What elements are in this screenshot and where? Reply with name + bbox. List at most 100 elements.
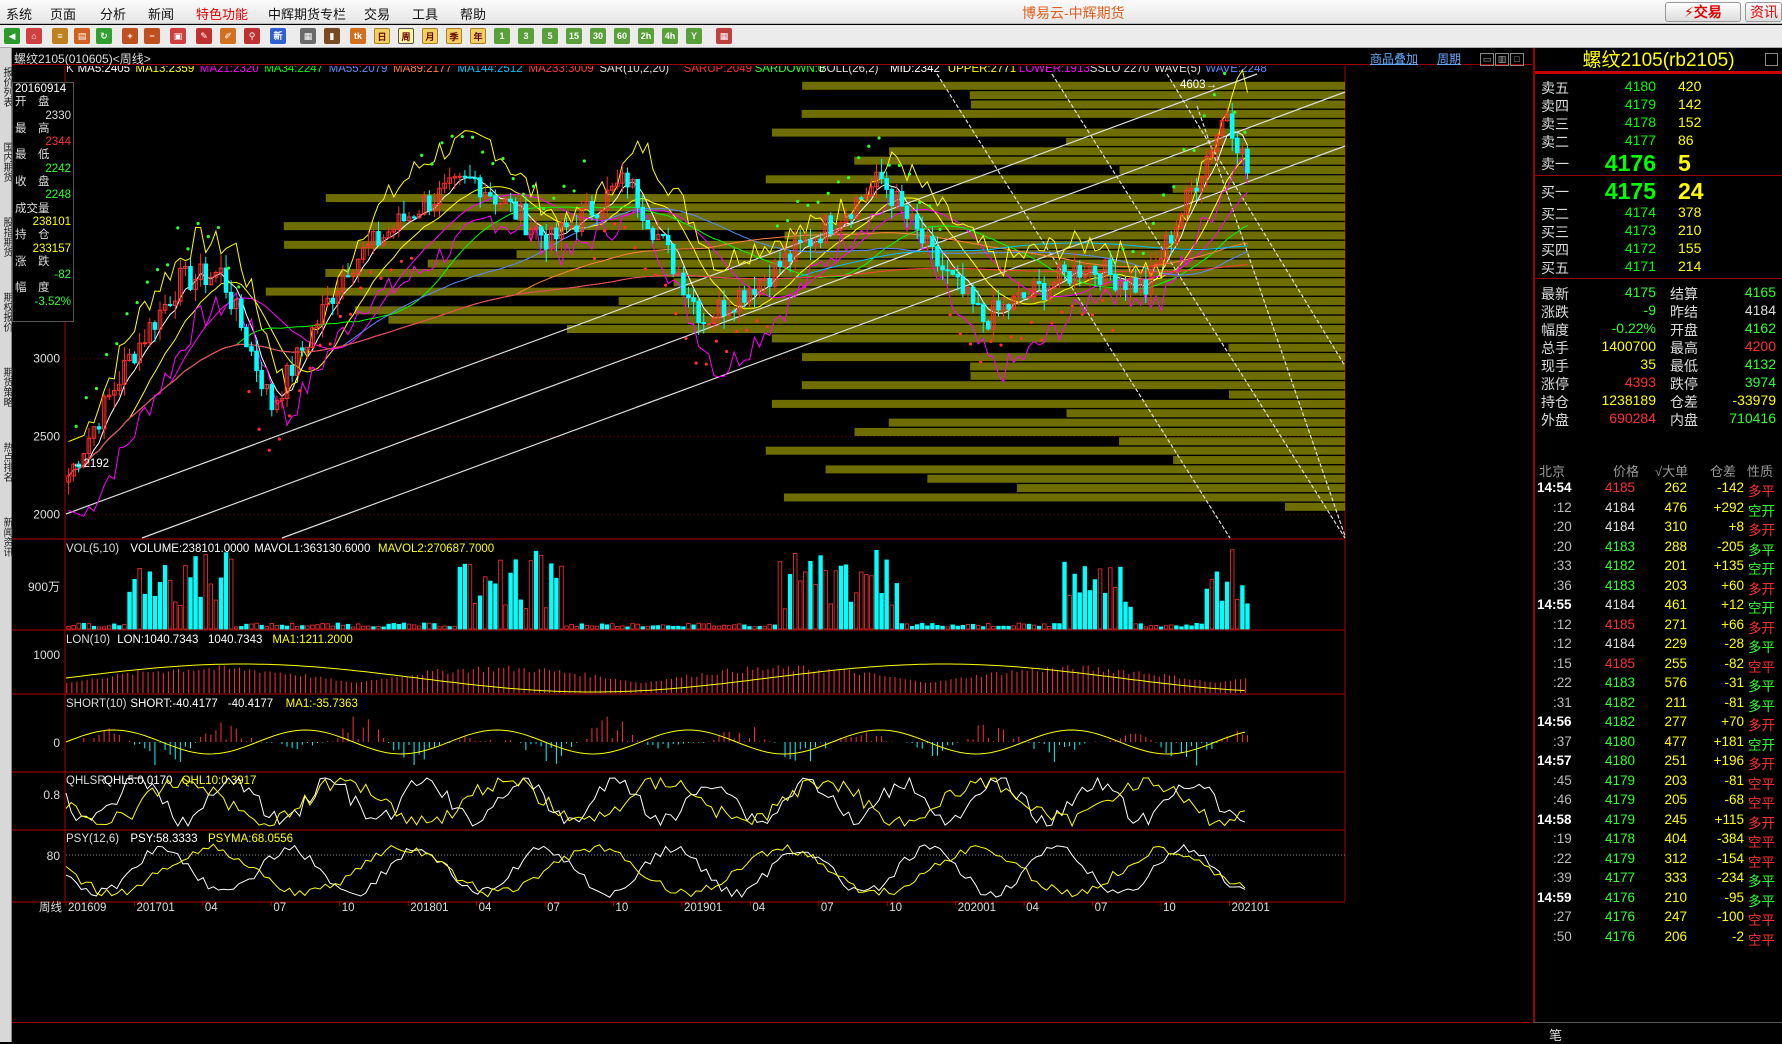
sar-dot	[1029, 320, 1034, 324]
period-year[interactable]: 年	[470, 28, 486, 44]
maximize-icon[interactable]: □	[1510, 53, 1524, 66]
sar-dot	[470, 135, 475, 139]
period-4h[interactable]: 4h	[662, 28, 678, 44]
overlay-link[interactable]: 商品叠加	[1370, 50, 1418, 67]
left-tab-4[interactable]: 期货策略	[0, 352, 12, 422]
volume-bar	[274, 625, 280, 630]
menu-zhonghui-column[interactable]: 中辉期货专栏	[268, 4, 346, 23]
tick-time: :46	[1553, 792, 1572, 807]
period-1[interactable]: 1	[494, 28, 510, 44]
sar-dot	[999, 343, 1003, 347]
price-profile-bar	[1066, 137, 1345, 146]
quote-bottom-tabs: 笔	[1533, 1022, 1782, 1044]
price-profile-bar	[783, 493, 1345, 502]
calculator-icon[interactable]: ▦	[716, 28, 732, 44]
menu-system[interactable]: 系统	[6, 4, 32, 23]
sar-dot	[918, 200, 922, 204]
tick-price: 4178	[1605, 831, 1636, 846]
quote-level[interactable]: 卖二 4177 86	[1535, 132, 1782, 152]
draw-icon[interactable]: ✎	[196, 28, 212, 44]
volume-bar	[467, 564, 473, 630]
period-2h[interactable]: 2h	[638, 28, 654, 44]
tick-time: :22	[1553, 675, 1572, 690]
volume-bar	[696, 622, 701, 630]
period-3[interactable]: 3	[518, 28, 534, 44]
x-axis-label: 201609	[68, 902, 106, 914]
menu-help[interactable]: 帮助	[460, 4, 486, 23]
back-icon[interactable]: ◀	[4, 28, 20, 44]
left-tab-1[interactable]: 国内期货	[0, 127, 12, 197]
volume-bar	[884, 559, 889, 630]
period-month[interactable]: 月	[422, 28, 438, 44]
period-15[interactable]: 15	[566, 28, 582, 44]
volume-bar	[1194, 622, 1199, 630]
refresh-icon[interactable]: ↻	[96, 28, 112, 44]
period-week[interactable]: 周	[398, 28, 414, 44]
quote-level[interactable]: 卖三 4178 152	[1535, 114, 1782, 134]
price-profile-bar	[802, 81, 1345, 90]
menu-tools[interactable]: 工具	[412, 4, 438, 23]
x-axis-label: 04	[479, 902, 492, 914]
left-tab-3[interactable]: 期权报价	[0, 277, 12, 347]
home-icon[interactable]: ⌂	[26, 28, 42, 44]
volume-bar	[1016, 622, 1021, 630]
volume-bar	[965, 624, 971, 630]
menu-news[interactable]: 新闻	[148, 4, 174, 23]
period-day[interactable]: 日	[374, 28, 390, 44]
quote-level[interactable]: 买四 4172 155	[1535, 240, 1782, 260]
left-tab-5[interactable]: 热点排名	[0, 427, 12, 497]
tick-oi-change: -82	[1724, 655, 1744, 671]
quote-level[interactable]: 买五 4171 214	[1535, 258, 1782, 278]
split-icon[interactable]: ▥	[1495, 53, 1509, 66]
indicator-label: SAR(10,2,20)	[599, 66, 669, 75]
menu-page[interactable]: 页面	[50, 4, 76, 23]
menu-special[interactable]: 特色功能	[196, 4, 248, 23]
quote-level[interactable]: 卖五 4180 420	[1535, 78, 1782, 98]
news-button[interactable]: 资讯	[1745, 2, 1782, 22]
kline-chart[interactable]: 3000 2500 2000 K MA5:2405 MA13:2359 MA21:2320 M…	[12, 66, 1532, 1022]
quote-level[interactable]: 卖一 4176 5	[1535, 150, 1782, 176]
tile-icon[interactable]: ▣	[170, 28, 186, 44]
level-volume: 420	[1678, 78, 1702, 94]
volume-bar	[244, 623, 249, 630]
stat-value: 4162	[1744, 320, 1776, 336]
left-tab-2[interactable]: 股指期货	[0, 202, 12, 272]
window-icon[interactable]	[1765, 53, 1778, 66]
zoom-out-icon[interactable]: −	[144, 28, 160, 44]
trade-button[interactable]: ⚡交易	[1665, 2, 1741, 22]
candle-body	[1077, 265, 1083, 278]
period-Y[interactable]: Y	[686, 28, 702, 44]
list-icon[interactable]: ≡	[52, 28, 68, 44]
period-link[interactable]: 周期	[1437, 50, 1461, 67]
new-icon[interactable]: 新	[270, 28, 286, 44]
sar-dot	[186, 247, 190, 251]
table-icon[interactable]: ▦	[300, 28, 316, 44]
eraser-icon[interactable]: ✐	[220, 28, 236, 44]
menu-trade[interactable]: 交易	[364, 4, 390, 23]
period-5[interactable]: 5	[542, 28, 558, 44]
volume-bar	[518, 599, 523, 630]
menu-analysis[interactable]: 分析	[100, 4, 126, 23]
chart-icon[interactable]: ▤	[74, 28, 90, 44]
restore-icon[interactable]: ▭	[1480, 53, 1494, 66]
tab-ticks[interactable]: 笔	[1549, 1025, 1562, 1044]
volume-bar	[564, 625, 569, 630]
left-tab-6[interactable]: 新闻资讯	[0, 502, 12, 572]
pin-icon[interactable]: ⚲	[244, 28, 260, 44]
tick-nature: 多平	[1748, 874, 1775, 889]
quote-level[interactable]: 买三 4173 210	[1535, 222, 1782, 242]
tick-nature: 多平	[1748, 893, 1775, 909]
tick-icon[interactable]: tk	[350, 28, 366, 44]
left-tab-0[interactable]: 报价列表	[0, 52, 12, 122]
period-60[interactable]: 60	[614, 28, 630, 44]
info-label: 最 高	[15, 122, 50, 135]
volume-bar	[371, 626, 376, 630]
kline-icon[interactable]: ▮	[324, 28, 340, 44]
period-quarter[interactable]: 季	[446, 28, 462, 44]
zoom-in-icon[interactable]: +	[122, 28, 138, 44]
quote-level[interactable]: 买二 4174 378	[1535, 204, 1782, 224]
quote-level[interactable]: 买一 4175 24	[1535, 178, 1782, 204]
period-30[interactable]: 30	[590, 28, 606, 44]
quote-level[interactable]: 卖四 4179 142	[1535, 96, 1782, 116]
sar-dot	[694, 361, 698, 365]
